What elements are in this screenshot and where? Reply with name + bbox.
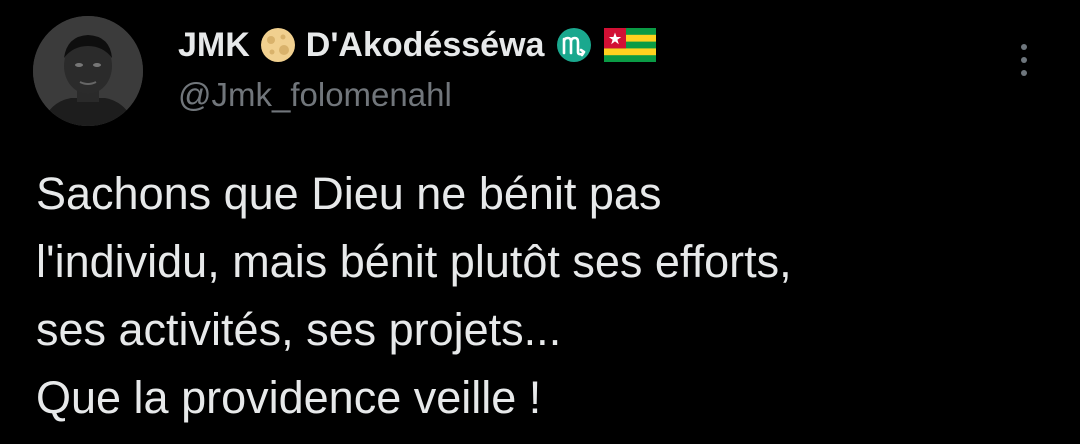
tweet-text-line: ses activités, ses projets...	[36, 304, 562, 355]
author-name-row[interactable]: JMK D'Akodésséwa	[178, 22, 666, 68]
tweet-text-line: Sachons que Dieu ne bénit pas	[36, 168, 662, 219]
avatar-portrait-icon	[33, 16, 143, 126]
tweet-card[interactable]: JMK D'Akodésséwa @Jmk_folomenahl Sachons…	[0, 0, 1080, 444]
more-options-button[interactable]	[1006, 38, 1042, 82]
more-dot-icon	[1021, 70, 1027, 76]
tweet-text-line: l'individu, mais bénit plutôt ses effort…	[36, 236, 792, 287]
full-moon-icon	[260, 27, 296, 63]
author-name-first[interactable]: JMK	[178, 26, 250, 65]
togo-flag-icon	[604, 28, 657, 62]
author-handle[interactable]: @Jmk_folomenahl	[178, 76, 452, 114]
more-dot-icon	[1021, 57, 1027, 63]
tweet-text: Sachons que Dieu ne bénit pas l'individu…	[36, 160, 1046, 432]
tweet-text-line: Que la providence veille !	[36, 372, 542, 423]
author-name-second[interactable]: D'Akodésséwa	[306, 26, 545, 65]
avatar[interactable]	[33, 16, 143, 126]
more-dot-icon	[1021, 44, 1027, 50]
scorpio-sign-icon	[556, 27, 592, 63]
